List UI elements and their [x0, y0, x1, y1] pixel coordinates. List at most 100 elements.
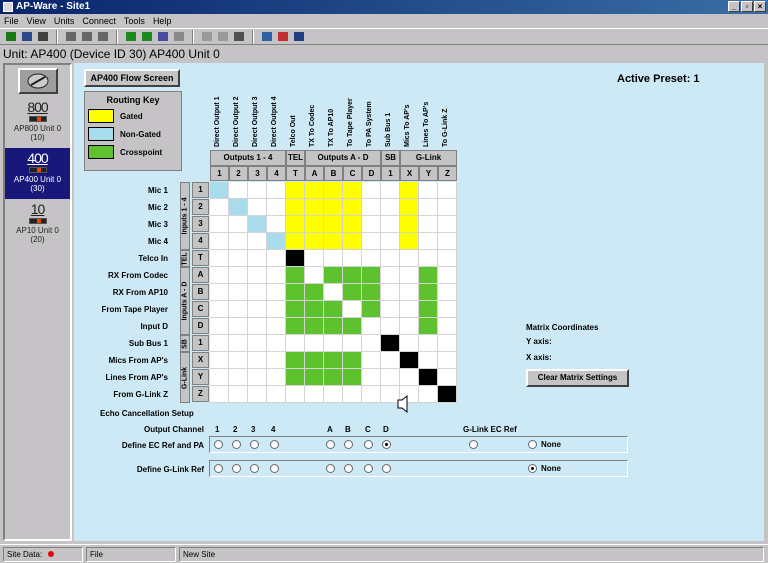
matrix-cell[interactable]: [343, 182, 362, 199]
matrix-cell[interactable]: [305, 233, 324, 250]
matrix-cell[interactable]: [248, 216, 267, 233]
menu-connect[interactable]: Connect: [82, 14, 116, 28]
matrix-cell[interactable]: [381, 182, 400, 199]
toolbar-button-ap800-icon[interactable]: [64, 30, 78, 43]
matrix-cell[interactable]: [362, 250, 381, 267]
toolbar-button-device-icon[interactable]: [20, 30, 34, 43]
menu-help[interactable]: Help: [153, 14, 172, 28]
matrix-cell[interactable]: [438, 318, 457, 335]
matrix-cell[interactable]: [362, 267, 381, 284]
matrix-cell[interactable]: [324, 267, 343, 284]
toolbar-button-redo-icon[interactable]: [216, 30, 230, 43]
matrix-cell[interactable]: [438, 369, 457, 386]
matrix-cell[interactable]: [343, 250, 362, 267]
matrix-cell[interactable]: [324, 301, 343, 318]
matrix-cell[interactable]: [305, 182, 324, 199]
toolbar-button-matrix2-icon[interactable]: [140, 30, 154, 43]
matrix-cell[interactable]: [438, 352, 457, 369]
matrix-cell[interactable]: [343, 369, 362, 386]
matrix-cell[interactable]: [267, 335, 286, 352]
matrix-cell[interactable]: [400, 199, 419, 216]
matrix-cell[interactable]: [286, 335, 305, 352]
matrix-cell[interactable]: [362, 352, 381, 369]
matrix-cell[interactable]: [267, 318, 286, 335]
matrix-cell[interactable]: [267, 267, 286, 284]
menu-view[interactable]: View: [27, 14, 46, 28]
matrix-cell[interactable]: [267, 182, 286, 199]
matrix-cell[interactable]: [305, 267, 324, 284]
matrix-cell[interactable]: [305, 386, 324, 403]
matrix-cell[interactable]: [324, 318, 343, 335]
matrix-cell[interactable]: [305, 318, 324, 335]
matrix-cell[interactable]: [286, 386, 305, 403]
matrix-cell[interactable]: [381, 233, 400, 250]
matrix-cell[interactable]: [381, 335, 400, 352]
matrix-cell[interactable]: [381, 301, 400, 318]
none-radio[interactable]: [528, 440, 537, 449]
matrix-cell[interactable]: [362, 233, 381, 250]
matrix-cell[interactable]: [419, 284, 438, 301]
matrix-cell[interactable]: [419, 233, 438, 250]
matrix-cell[interactable]: [210, 284, 229, 301]
matrix-cell[interactable]: [343, 199, 362, 216]
matrix-cell[interactable]: [248, 301, 267, 318]
menu-file[interactable]: File: [4, 14, 19, 28]
matrix-cell[interactable]: [210, 386, 229, 403]
toolbar-button-antenna-icon[interactable]: [292, 30, 306, 43]
matrix-cell[interactable]: [229, 199, 248, 216]
matrix-cell[interactable]: [286, 199, 305, 216]
matrix-cell[interactable]: [305, 335, 324, 352]
ec-radio-3[interactable]: [250, 464, 259, 473]
matrix-cell[interactable]: [286, 301, 305, 318]
toolbar-button-window-icon[interactable]: [260, 30, 274, 43]
matrix-cell[interactable]: [286, 318, 305, 335]
matrix-cell[interactable]: [343, 386, 362, 403]
matrix-cell[interactable]: [381, 318, 400, 335]
matrix-cell[interactable]: [343, 335, 362, 352]
matrix-cell[interactable]: [438, 199, 457, 216]
matrix-cell[interactable]: [419, 386, 438, 403]
matrix-cell[interactable]: [248, 182, 267, 199]
device-ap400[interactable]: 400 AP400 Unit 0 (30): [5, 148, 70, 199]
matrix-cell[interactable]: [267, 284, 286, 301]
matrix-cell[interactable]: [400, 250, 419, 267]
matrix-cell[interactable]: [210, 182, 229, 199]
close-button[interactable]: ×: [754, 1, 766, 12]
ec-radio-b[interactable]: [344, 464, 353, 473]
matrix-cell[interactable]: [324, 386, 343, 403]
matrix-cell[interactable]: [267, 369, 286, 386]
matrix-cell[interactable]: [267, 216, 286, 233]
ec-radio-2[interactable]: [232, 464, 241, 473]
toolbar-button-grid-icon[interactable]: [4, 30, 18, 43]
matrix-cell[interactable]: [210, 301, 229, 318]
matrix-cell[interactable]: [305, 352, 324, 369]
matrix-cell[interactable]: [210, 267, 229, 284]
matrix-cell[interactable]: [248, 335, 267, 352]
matrix-cell[interactable]: [248, 267, 267, 284]
matrix-cell[interactable]: [362, 335, 381, 352]
matrix-cell[interactable]: [305, 199, 324, 216]
matrix-cell[interactable]: [248, 250, 267, 267]
matrix-cell[interactable]: [286, 233, 305, 250]
matrix-cell[interactable]: [362, 182, 381, 199]
matrix-cell[interactable]: [400, 182, 419, 199]
matrix-cell[interactable]: [210, 233, 229, 250]
toolbar-button-undo-icon[interactable]: [200, 30, 214, 43]
matrix-cell[interactable]: [210, 216, 229, 233]
matrix-cell[interactable]: [286, 369, 305, 386]
ec-radio-d[interactable]: [382, 440, 391, 449]
matrix-cell[interactable]: [229, 233, 248, 250]
matrix-cell[interactable]: [419, 199, 438, 216]
matrix-cell[interactable]: [400, 301, 419, 318]
matrix-cell[interactable]: [343, 216, 362, 233]
toolbar-button-settings-icon[interactable]: [172, 30, 186, 43]
matrix-cell[interactable]: [229, 301, 248, 318]
matrix-cell[interactable]: [400, 216, 419, 233]
matrix-cell[interactable]: [305, 284, 324, 301]
matrix-cell[interactable]: [286, 284, 305, 301]
ec-radio-4[interactable]: [270, 464, 279, 473]
matrix-cell[interactable]: [229, 352, 248, 369]
matrix-cell[interactable]: [419, 335, 438, 352]
matrix-cell[interactable]: [324, 284, 343, 301]
matrix-cell[interactable]: [229, 386, 248, 403]
